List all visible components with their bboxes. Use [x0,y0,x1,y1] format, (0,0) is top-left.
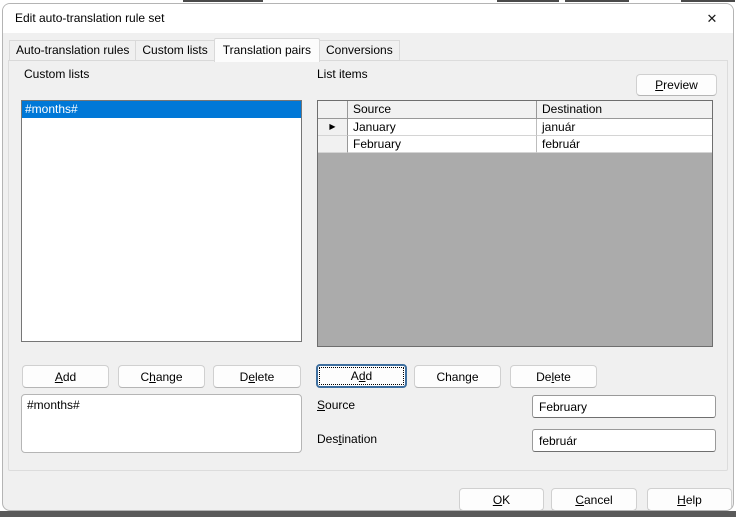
list-name-input[interactable]: #months# [21,394,302,453]
destination-label: Destination [317,432,377,446]
add-pair-button[interactable]: Add [316,364,407,388]
close-button[interactable]: ✕ [696,5,728,32]
close-icon: ✕ [707,11,718,27]
custom-lists-listbox[interactable]: #months# [21,100,302,342]
row-selector-cell[interactable]: ▶ [318,119,348,136]
grid-corner-cell[interactable] [318,101,348,119]
grid-row-january[interactable]: ▶ January január [318,119,712,136]
list-item-months[interactable]: #months# [22,101,301,118]
ok-button[interactable]: OK [459,488,544,511]
dialog-title: Edit auto-translation rule set [15,11,164,25]
change-list-button[interactable]: Change [118,365,205,388]
background-artifact [497,0,559,2]
preview-button[interactable]: Preview [636,74,717,96]
cell-source[interactable]: February [348,136,537,153]
source-input[interactable] [532,395,716,418]
row-selector-cell[interactable] [318,136,348,153]
background-artifact [183,0,263,2]
tab-conversions[interactable]: Conversions [319,40,400,61]
translation-pairs-grid[interactable]: Source Destination ▶ January január Febr… [317,100,713,347]
cell-destination[interactable]: február [537,136,712,153]
title-bar: Edit auto-translation rule set ✕ [3,4,733,33]
current-row-icon: ▶ [329,123,335,131]
tab-custom-lists[interactable]: Custom lists [135,40,214,61]
grid-empty-area [318,153,712,346]
tab-translation-pairs[interactable]: Translation pairs [214,38,320,62]
destination-input[interactable] [532,429,716,452]
change-pair-button[interactable]: Change [414,365,501,388]
background-artifact [681,0,735,2]
grid-header-row: Source Destination [318,101,712,119]
list-items-label: List items [317,67,368,81]
background-window-strip [0,511,736,517]
tab-bar: Auto-translation rules Custom lists Tran… [9,37,400,61]
grid-column-header-source[interactable]: Source [348,101,537,119]
edit-auto-translation-rule-set-dialog: Edit auto-translation rule set ✕ Auto-tr… [2,3,734,511]
cancel-button[interactable]: Cancel [551,488,637,511]
delete-pair-button[interactable]: Delete [510,365,597,388]
screen: Edit auto-translation rule set ✕ Auto-tr… [0,0,736,517]
cell-source[interactable]: January [348,119,537,136]
cell-destination[interactable]: január [537,119,712,136]
custom-lists-label: Custom lists [24,67,89,81]
source-label: Source [317,398,355,412]
help-button[interactable]: Help [647,488,732,511]
background-artifact [565,0,629,2]
tab-auto-translation-rules[interactable]: Auto-translation rules [9,40,136,61]
add-list-button[interactable]: Add [22,365,109,388]
delete-list-button[interactable]: Delete [213,365,301,388]
grid-row-february[interactable]: February február [318,136,712,153]
grid-column-header-destination[interactable]: Destination [537,101,712,119]
